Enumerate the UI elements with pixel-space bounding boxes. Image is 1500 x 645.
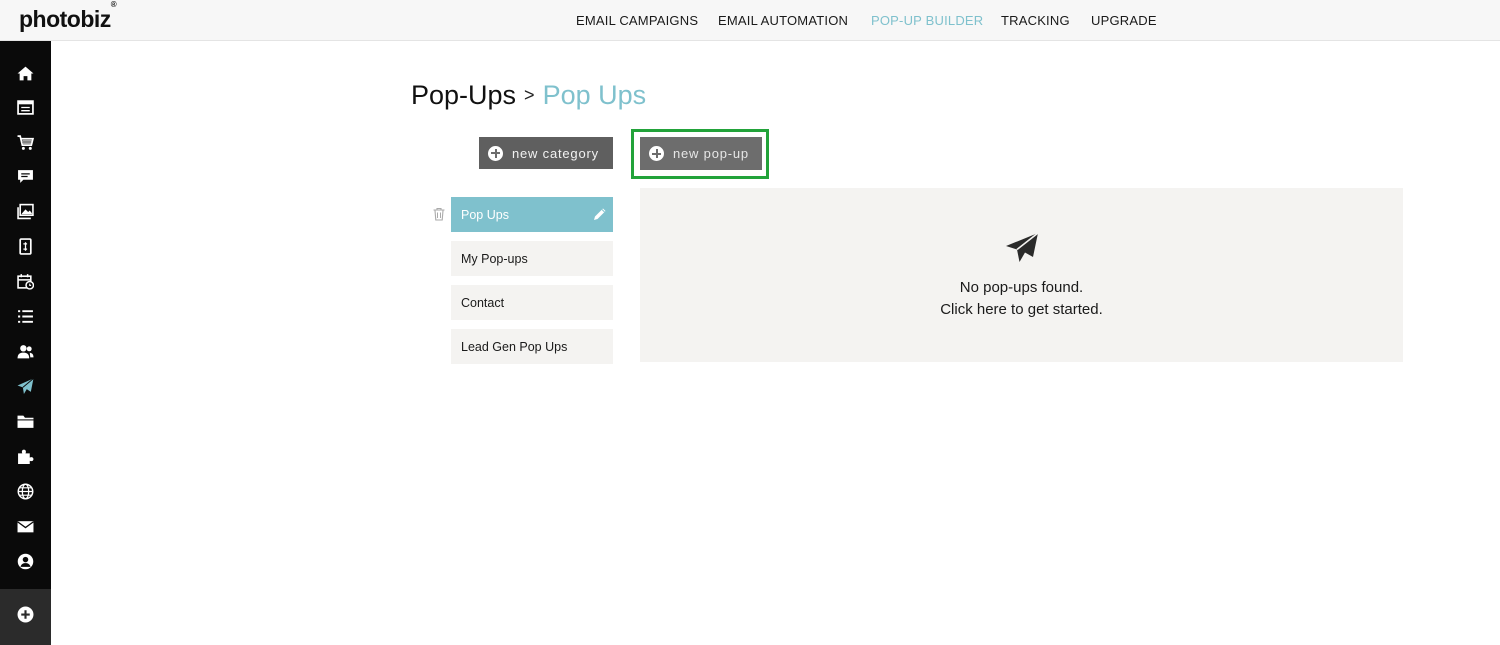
top-nav: EMAIL CAMPAIGNS EMAIL AUTOMATION POP-UP …: [0, 0, 1500, 41]
category-label: Contact: [461, 295, 505, 310]
plus-circle-icon: [649, 146, 664, 161]
plus-circle-icon: [488, 145, 503, 161]
nav-pop-up-builder[interactable]: POP-UP BUILDER: [871, 13, 983, 28]
empty-state-panel[interactable]: No pop-ups found. Click here to get star…: [640, 188, 1403, 362]
document-icon[interactable]: [15, 236, 35, 256]
new-popup-button[interactable]: new pop-up: [640, 137, 762, 170]
home-icon[interactable]: [15, 63, 35, 83]
nav-upgrade[interactable]: UPGRADE: [1091, 13, 1157, 28]
calendar-icon[interactable]: [15, 271, 35, 291]
paper-plane-icon: [1006, 232, 1039, 262]
add-icon[interactable]: [15, 604, 35, 624]
breadcrumb-root[interactable]: Pop-Ups: [411, 80, 516, 110]
nav-email-campaigns[interactable]: EMAIL CAMPAIGNS: [576, 13, 698, 28]
gallery-icon[interactable]: [15, 201, 35, 221]
category-label: Pop Ups: [461, 207, 509, 222]
sidebar: [0, 41, 51, 645]
breadcrumb-separator: >: [524, 85, 535, 105]
mail-icon[interactable]: [15, 516, 35, 536]
list-icon[interactable]: [15, 306, 35, 326]
empty-state-message: No pop-ups found.: [959, 279, 1084, 296]
empty-state-cta[interactable]: Click here to get started.: [640, 301, 1403, 318]
category-item-contact[interactable]: Contact: [451, 285, 613, 320]
send-icon[interactable]: [15, 376, 35, 396]
globe-icon[interactable]: [15, 481, 35, 501]
puzzle-icon[interactable]: [15, 446, 35, 466]
top-bar: photobiz® EMAIL CAMPAIGNS EMAIL AUTOMATI…: [0, 0, 1500, 41]
users-icon[interactable]: [15, 341, 35, 361]
account-icon[interactable]: [15, 551, 35, 571]
calendar-list-icon[interactable]: [15, 97, 35, 117]
category-label: Lead Gen Pop Ups: [461, 339, 568, 354]
breadcrumb: Pop-Ups > Pop Ups: [411, 80, 646, 111]
sidebar-footer: [0, 589, 51, 645]
category-item-my-pop-ups[interactable]: My Pop-ups: [451, 241, 613, 276]
category-item-pop-ups[interactable]: Pop Ups: [451, 197, 613, 232]
cart-icon[interactable]: [15, 132, 35, 152]
trash-icon[interactable]: [432, 207, 446, 221]
new-category-button[interactable]: new category: [479, 137, 613, 169]
new-category-label: new category: [512, 145, 599, 161]
category-label: My Pop-ups: [461, 251, 528, 266]
chat-icon[interactable]: [15, 166, 35, 186]
folder-icon[interactable]: [15, 411, 35, 431]
nav-tracking[interactable]: TRACKING: [1001, 13, 1070, 28]
breadcrumb-current: Pop Ups: [542, 80, 647, 110]
category-item-lead-gen-pop-ups[interactable]: Lead Gen Pop Ups: [451, 329, 613, 364]
pencil-icon[interactable]: [592, 206, 608, 222]
nav-email-automation[interactable]: EMAIL AUTOMATION: [718, 13, 848, 28]
new-popup-label: new pop-up: [673, 146, 749, 161]
